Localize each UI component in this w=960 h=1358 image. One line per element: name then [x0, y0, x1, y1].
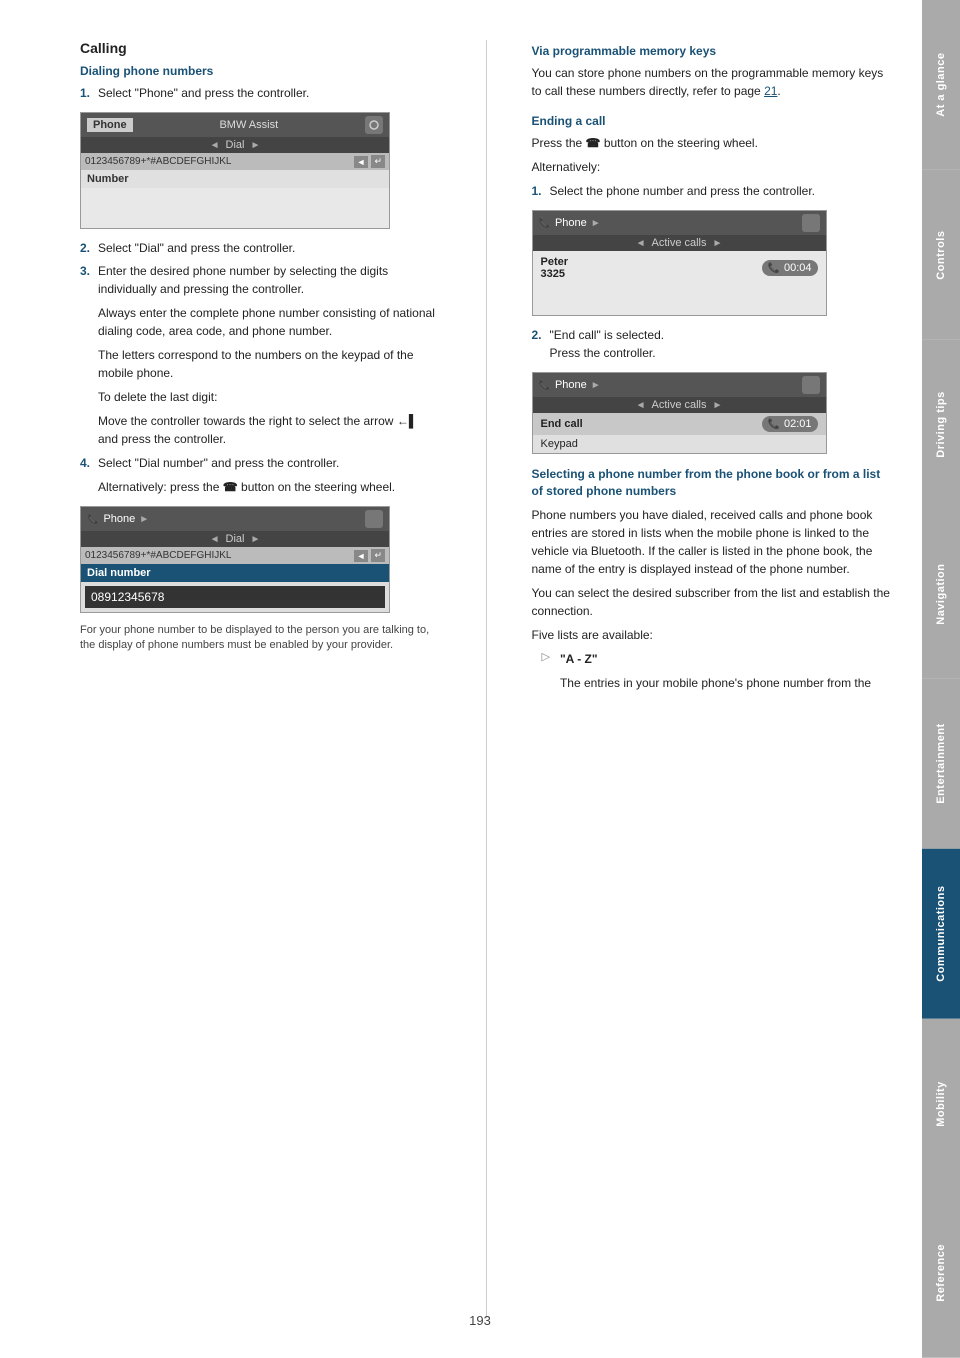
bullet-item-1: ▷ "A - Z" The entries in your mobile pho… — [542, 650, 893, 698]
bmw-assist-label: BMW Assist — [219, 119, 278, 131]
selecting-text-3: Five lists are available: — [532, 626, 893, 644]
selecting-text-1: Phone numbers you have dialed, received … — [532, 506, 893, 578]
sidebar-item-communications[interactable]: Communications — [922, 849, 960, 1019]
subsection-via-keys-title: Via programmable memory keys — [532, 44, 893, 58]
ui-screenshot-3: 📞 Phone ► ◄ Active calls ► Peter 3325 — [532, 210, 827, 316]
ui-nav-bar-2: ◄ Dial ► — [81, 531, 389, 547]
bullet-1-text: The entries in your mobile phone's phone… — [560, 674, 871, 692]
ui3-empty-area — [533, 285, 826, 315]
note-text: For your phone number to be displayed to… — [80, 623, 441, 654]
sidebar-item-driving[interactable]: Driving tips — [922, 340, 960, 510]
sidebar-item-mobility[interactable]: Mobility — [922, 1019, 960, 1189]
ui-screenshot-4: 📞 Phone ► ◄ Active calls ► End call 📞 02… — [532, 372, 827, 454]
step-4: 4. Select "Dial number" and press the co… — [80, 454, 441, 496]
ui-nav-bar-4: ◄ Active calls ► — [533, 397, 826, 413]
ui-title-bar-1: Phone BMW Assist — [81, 113, 389, 137]
ui-screenshot-1: Phone BMW Assist ◄ Dial ► 0123456789+*#A… — [80, 112, 390, 229]
ui-title-bar-2: 📞 Phone ► — [81, 507, 389, 531]
end-call-row: End call 📞 02:01 — [533, 413, 826, 435]
main-content: Calling Dialing phone numbers 1. Select … — [0, 0, 922, 1358]
keypad-row: Keypad — [533, 435, 826, 453]
ui-empty-area-1 — [81, 188, 389, 228]
ui3-settings-icon — [802, 214, 820, 232]
end-call-label: End call — [541, 418, 583, 430]
subsection-end-call-title: Ending a call — [532, 114, 893, 128]
left-column: Calling Dialing phone numbers 1. Select … — [80, 40, 451, 1318]
sidebar-item-at-glance[interactable]: At a glance — [922, 0, 960, 170]
settings-icon — [365, 116, 383, 134]
ui-title-bar-4: 📞 Phone ► — [533, 373, 826, 397]
end-call-step-1: 1. Select the phone number and press the… — [532, 182, 893, 200]
sidebar-item-navigation[interactable]: Navigation — [922, 509, 960, 679]
page-number: 193 — [469, 1313, 491, 1328]
phone-tab-label: Phone — [87, 118, 133, 132]
ui-nav-bar-3: ◄ Active calls ► — [533, 235, 826, 251]
end-call-text1: Press the ☎ button on the steering wheel… — [532, 134, 893, 152]
sidebar-item-entertainment[interactable]: Entertainment — [922, 679, 960, 849]
call-timer-2: 📞 02:01 — [762, 416, 818, 432]
ui-nav-bar-1: ◄ Dial ► — [81, 137, 389, 153]
via-keys-text: You can store phone numbers on the progr… — [532, 64, 893, 100]
section-title: Calling — [80, 40, 441, 56]
ui4-settings-icon — [802, 376, 820, 394]
bullet-list: ▷ "A - Z" The entries in your mobile pho… — [532, 650, 893, 698]
ui-active-row-1: Peter 3325 📞 00:04 — [533, 251, 826, 285]
step-3: 3. Enter the desired phone number by sel… — [80, 262, 441, 448]
caller-name: Peter — [541, 256, 569, 268]
right-column: Via programmable memory keys You can sto… — [522, 40, 893, 1318]
call-timer-1: 📞 00:04 — [762, 260, 818, 276]
sidebar-item-controls[interactable]: Controls — [922, 170, 960, 340]
ui-title-bar-3: 📞 Phone ► — [533, 211, 826, 235]
sidebar-item-reference[interactable]: Reference — [922, 1188, 960, 1358]
step-1: 1. Select "Phone" and press the controll… — [80, 84, 441, 102]
ui-dial-number: 08912345678 — [85, 586, 385, 608]
step-2: 2. Select "Dial" and press the controlle… — [80, 239, 441, 257]
column-divider — [486, 40, 487, 1318]
selecting-text-2: You can select the desired subscriber fr… — [532, 584, 893, 620]
ui-keyboard-row-1: 0123456789+*#ABCDEFGHIJKL ◄ ↵ — [81, 153, 389, 170]
bullet-1-title: "A - Z" — [560, 650, 871, 668]
ui-screenshot-2: 📞 Phone ► ◄ Dial ► 0123456789+*#ABCDEFGH… — [80, 506, 390, 613]
ui-keyboard-row-2: 0123456789+*#ABCDEFGHIJKL ◄ ↵ — [81, 547, 389, 564]
ui2-settings-icon — [365, 510, 383, 528]
caller-number: 3325 — [541, 268, 569, 280]
selecting-phone-title: Selecting a phone number from the phone … — [532, 466, 893, 500]
sidebar: At a glance Controls Driving tips Naviga… — [922, 0, 960, 1358]
ui-label-1: Number — [81, 170, 389, 188]
subsection-dialing-title: Dialing phone numbers — [80, 64, 441, 78]
ui-label-2: Dial number — [81, 564, 389, 582]
end-call-text2: Alternatively: — [532, 158, 893, 176]
end-call-step-2: 2. "End call" is selected.Press the cont… — [532, 326, 893, 362]
